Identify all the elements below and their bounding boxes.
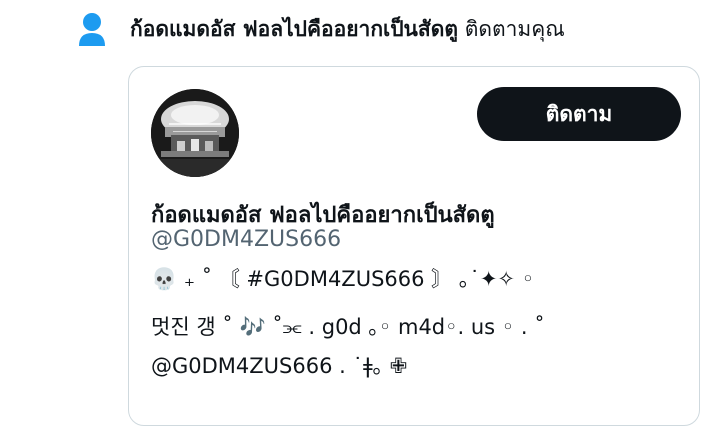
bio-line-2: 멋진 갱 ˚ 🎶 ˚⫘ . g0d ｡◦ m4d◦. us ◦ . ˚ — [151, 315, 545, 339]
bio-line-1: 💀 ₊ ˚ 〘 #G0DM4ZUS666 〙 ｡˙✦✧ ◦ — [151, 267, 535, 291]
follow-button[interactable]: ติดตาม — [477, 87, 681, 141]
person-icon — [79, 13, 105, 46]
notification-user-name[interactable]: ก้อดแมดอัส ฟอลไปคืออยากเป็นสัดตู — [130, 17, 458, 41]
bio-line-3: @G0DM4ZUS666 . ˙ǂ｡ ✙ — [151, 354, 408, 378]
follow-notification[interactable]: ก้อดแมดอัส ฟอลไปคืออยากเป็นสัดตู ติดตามค… — [0, 0, 720, 58]
profile-avatar[interactable] — [151, 89, 239, 177]
notification-action: ติดตามคุณ — [464, 17, 565, 41]
profile-handle[interactable]: @G0DM4ZUS666 — [151, 227, 341, 252]
profile-card[interactable]: ติดตาม ก้อดแมดอัส ฟอลไปคืออยากเป็นสัดตู … — [128, 66, 700, 426]
avatar-image — [151, 89, 239, 177]
notification-text: ก้อดแมดอัส ฟอลไปคืออยากเป็นสัดตู ติดตามค… — [130, 14, 565, 44]
